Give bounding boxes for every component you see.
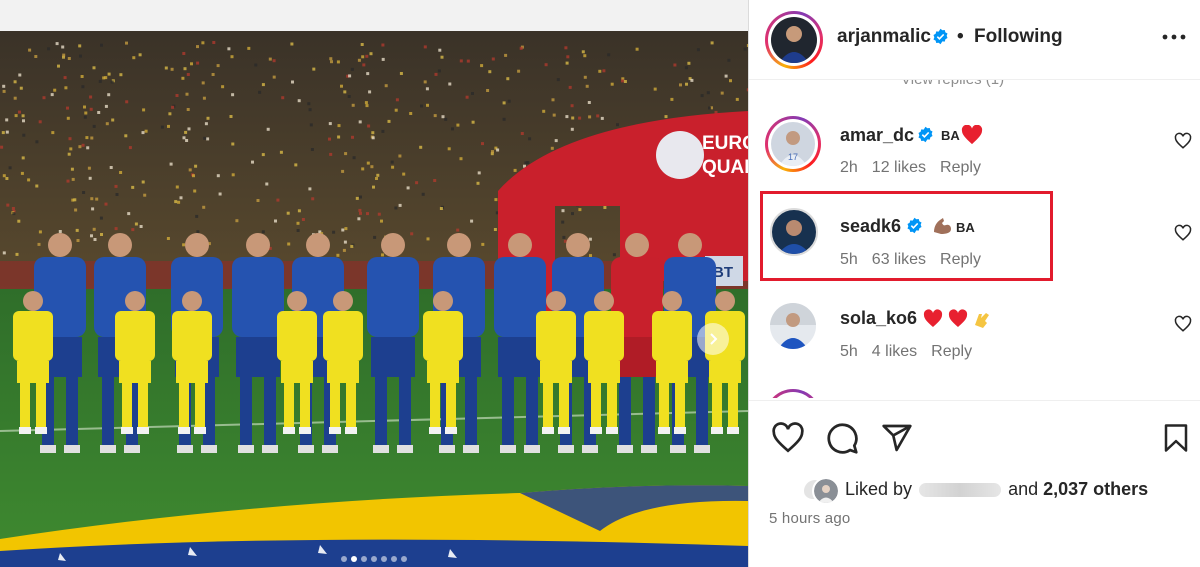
carousel-dot: [361, 556, 367, 562]
chevron-right-icon: [710, 333, 718, 345]
comment-like-icon[interactable]: [1174, 224, 1192, 242]
comment-avatar-ring[interactable]: [765, 389, 821, 398]
author-avatar: [771, 17, 817, 63]
author-username[interactable]: arjanmalic: [837, 26, 931, 48]
top-strip: [0, 0, 748, 31]
post-actions: Liked by and 2,037 others 5 hours ago: [749, 400, 1200, 567]
liker-name-blurred: [919, 483, 1002, 498]
comment-time: 5h: [840, 343, 858, 360]
comment-avatar-ring[interactable]: 17: [765, 116, 821, 172]
comment-avatar[interactable]: [770, 303, 816, 349]
liker-avatar[interactable]: [812, 477, 840, 505]
red-heart-emoji-icon: [961, 125, 983, 145]
follow-separator: •: [957, 26, 964, 47]
liked-by-prefix: Liked by: [845, 479, 913, 499]
annotation-highlight-box: [760, 191, 1053, 281]
verified-badge-icon: [933, 28, 948, 45]
carousel-dots: [0, 556, 748, 562]
team-lineup-photo: EURO QUAL BT: [0, 31, 748, 567]
verified-badge-icon: [918, 126, 933, 143]
liked-by-and: and: [1008, 479, 1039, 499]
carousel-dot: [371, 556, 377, 562]
carousel-dot-active: [351, 556, 357, 562]
banner-text-2: QUAL: [702, 157, 748, 178]
carousel-dot: [401, 556, 407, 562]
comment-like-icon[interactable]: [1174, 315, 1192, 333]
liked-by-summary[interactable]: Liked by and 2,037 others: [845, 479, 1148, 500]
comment-username[interactable]: sola_ko6: [840, 308, 917, 329]
post-details-panel: arjanmalic • Following View replies (1) …: [748, 0, 1200, 567]
carousel-next-button[interactable]: [697, 323, 729, 355]
post-header: arjanmalic • Following: [749, 0, 1200, 80]
comment-icon[interactable]: [826, 422, 859, 455]
author-story-ring[interactable]: [765, 11, 823, 69]
view-replies-link[interactable]: View replies (1): [901, 80, 1004, 88]
comment-reply-button[interactable]: Reply: [931, 343, 972, 360]
share-icon[interactable]: [881, 422, 913, 454]
comment-text: BA: [941, 128, 960, 143]
comment-likes[interactable]: 12 likes: [872, 159, 926, 176]
post-photo[interactable]: EURO QUAL BT: [0, 31, 748, 567]
more-options-icon[interactable]: [1161, 27, 1187, 47]
banner-text-1: EURO: [702, 133, 748, 154]
carousel-dot: [381, 556, 387, 562]
save-icon[interactable]: [1161, 422, 1191, 454]
comment-meta: 5h 4 likes Reply: [840, 343, 986, 361]
following-button[interactable]: Following: [974, 26, 1063, 48]
comment-username[interactable]: amar_dc: [840, 125, 914, 146]
likes-count[interactable]: 2,037 others: [1043, 479, 1148, 499]
comment-reply-button[interactable]: Reply: [940, 159, 981, 176]
comment-like-icon[interactable]: [1174, 132, 1192, 150]
post-timestamp: 5 hours ago: [769, 510, 851, 527]
hearts-and-clap-emoji-icon: [923, 309, 989, 328]
comment-likes[interactable]: 4 likes: [872, 343, 917, 360]
comment-time: 2h: [840, 159, 858, 176]
carousel-dot: [341, 556, 347, 562]
like-icon[interactable]: [771, 422, 805, 454]
comment-meta: 2h 12 likes Reply: [840, 159, 995, 177]
comment-avatar: 17: [771, 122, 815, 166]
svg-text:17: 17: [788, 152, 798, 162]
carousel-dot: [391, 556, 397, 562]
comments-list[interactable]: View replies (1) 17 amar_dc BA 2h 12 like…: [749, 80, 1200, 398]
